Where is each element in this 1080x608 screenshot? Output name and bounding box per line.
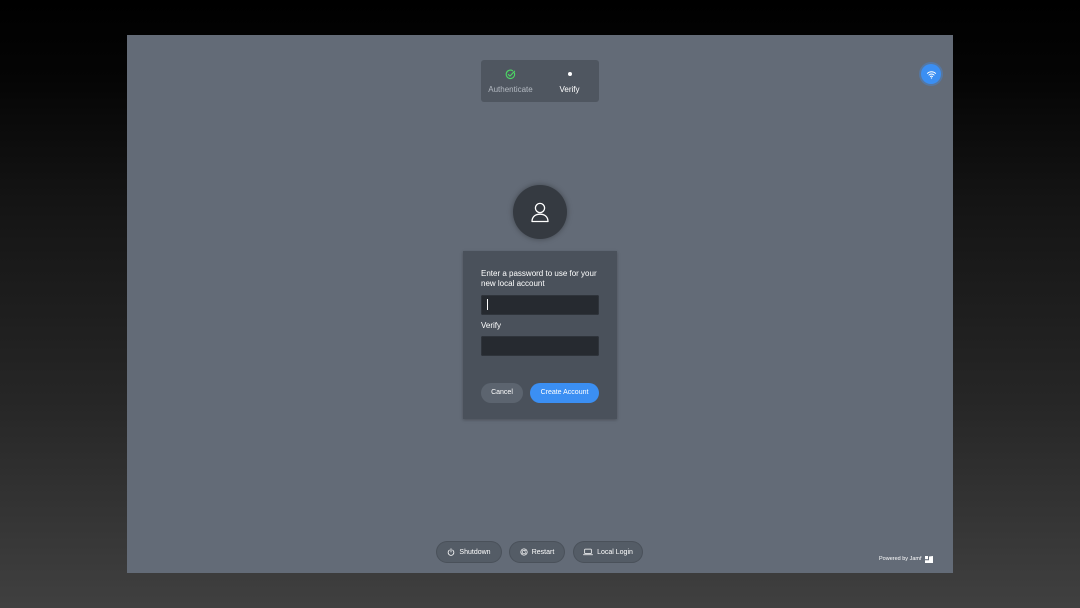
powered-by-label: Powered by Jamf (879, 556, 922, 562)
wifi-button[interactable] (921, 64, 941, 84)
progress-stepper: Authenticate Verify (481, 60, 599, 102)
password-prompt: Enter a password to use for your new loc… (481, 269, 597, 288)
jamf-logo-icon (924, 555, 933, 563)
restart-button[interactable]: Restart (510, 542, 564, 562)
local-login-button[interactable]: Local Login (574, 542, 642, 562)
create-account-panel: Enter a password to use for your new loc… (463, 251, 617, 419)
dot-icon (567, 72, 572, 76)
restart-label: Restart (531, 548, 555, 556)
avatar (513, 185, 567, 239)
step-authenticate-label: Authenticate (488, 85, 533, 94)
password-input[interactable] (481, 295, 599, 315)
laptop-icon (583, 548, 594, 556)
step-verify-label: Verify (559, 85, 580, 94)
create-account-button[interactable]: Create Account (530, 383, 599, 403)
step-verify: Verify (540, 60, 599, 102)
power-icon (448, 548, 455, 556)
wifi-icon (926, 70, 936, 79)
verify-password-input[interactable] (481, 336, 599, 356)
check-circle-icon (505, 69, 516, 79)
local-login-label: Local Login (597, 548, 633, 556)
powered-by-jamf: Powered by Jamf (879, 554, 933, 564)
login-screen: Authenticate Verify Enter a password to … (127, 35, 953, 573)
verify-label: Verify (481, 321, 502, 330)
shutdown-button[interactable]: Shutdown (437, 542, 501, 562)
user-icon (531, 202, 549, 223)
shutdown-label: Shutdown (459, 548, 491, 556)
restart-icon (520, 548, 528, 556)
step-authenticate: Authenticate (481, 60, 540, 102)
text-caret (487, 299, 488, 310)
cancel-button[interactable]: Cancel (481, 383, 523, 403)
